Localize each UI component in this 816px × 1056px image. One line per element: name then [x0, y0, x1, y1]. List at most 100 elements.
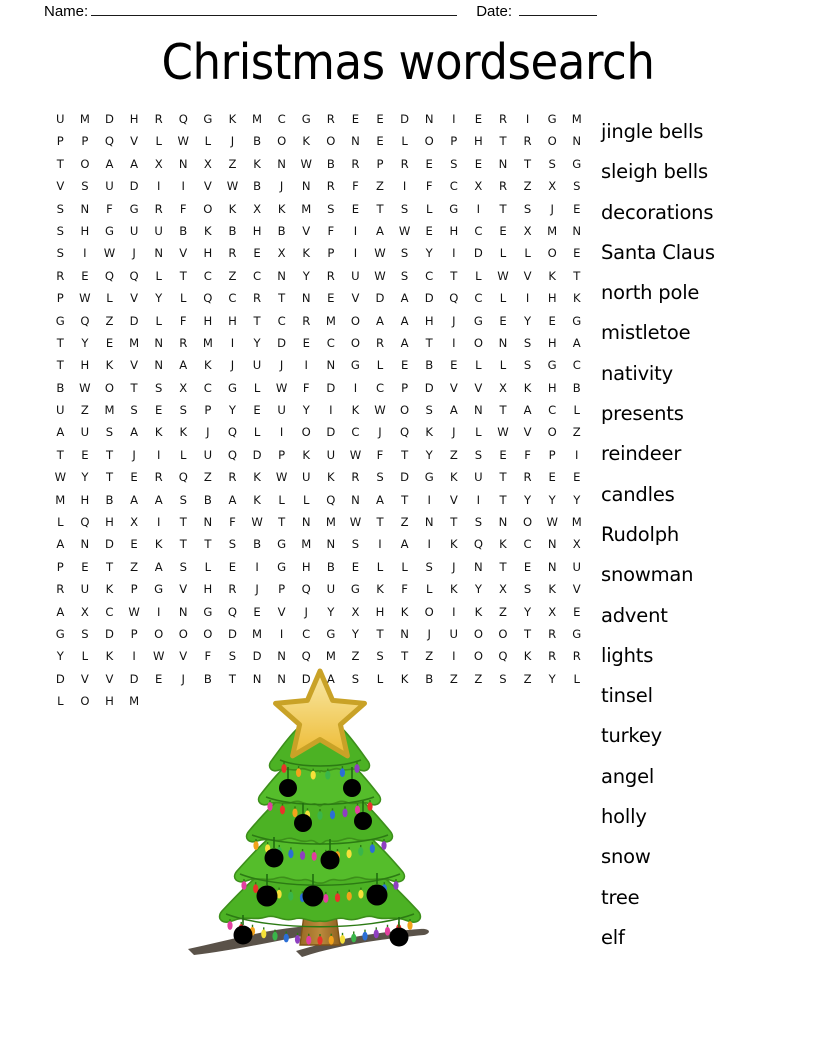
grid-cell-r18-c23[interactable]: S [343, 533, 368, 555]
grid-cell-r4-c7[interactable]: F [343, 175, 368, 197]
grid-cell-r20-c18[interactable]: U [319, 578, 344, 600]
word-list-item[interactable]: snow [601, 837, 816, 877]
grid-cell-r6-c20[interactable]: R [220, 242, 245, 264]
grid-cell-r22-c14[interactable]: G [319, 623, 344, 645]
grid-cell-r7-c4[interactable]: Y [417, 242, 442, 264]
grid-cell-r10-c7[interactable]: E [97, 332, 122, 354]
grid-cell-r23-c1[interactable]: Y [48, 645, 73, 667]
grid-cell-r15-c14[interactable]: F [515, 444, 540, 466]
grid-cell-r9-c13[interactable]: H [196, 310, 221, 332]
grid-cell-r15-c20[interactable]: E [122, 466, 147, 488]
grid-cell-r6-c13[interactable]: S [48, 242, 73, 264]
grid-cell-r2-c10[interactable]: O [319, 130, 344, 152]
grid-cell-r11-c5[interactable]: K [97, 354, 122, 376]
grid-cell-r23-c20[interactable]: K [515, 645, 540, 667]
grid-cell-r1-c11[interactable]: G [294, 108, 319, 130]
grid-cell-r17-c5[interactable]: T [392, 489, 417, 511]
grid-cell-r2-c3[interactable]: L [146, 130, 171, 152]
grid-cell-r20-c15[interactable]: J [245, 578, 270, 600]
grid-cell-r11-c12[interactable]: J [269, 354, 294, 376]
grid-cell-r18-c1[interactable]: W [343, 511, 368, 533]
grid-cell-r7-c5[interactable]: I [442, 242, 467, 264]
grid-cell-r13-c22[interactable]: U [73, 421, 98, 443]
grid-cell-r6-c18[interactable]: V [171, 242, 196, 264]
word-list-item[interactable]: sleigh bells [601, 152, 816, 192]
grid-cell-r10-c20[interactable]: T [417, 332, 442, 354]
grid-cell-r5-c19[interactable]: U [146, 220, 171, 242]
grid-cell-r8-c12[interactable]: V [122, 287, 147, 309]
grid-cell-r2-c22[interactable]: O [73, 153, 98, 175]
grid-cell-r23-c5[interactable]: W [146, 645, 171, 667]
grid-cell-r22-c2[interactable]: E [564, 601, 589, 623]
grid-cell-r21-c19[interactable]: K [392, 601, 417, 623]
grid-cell-r5-c8[interactable]: L [417, 198, 442, 220]
grid-cell-r20-c22[interactable]: L [417, 578, 442, 600]
grid-cell-r10-c21[interactable]: I [442, 332, 467, 354]
grid-cell-r22-c8[interactable]: O [171, 623, 196, 645]
grid-cell-r2-c9[interactable]: K [294, 130, 319, 152]
grid-cell-r16-c1[interactable]: K [245, 466, 270, 488]
grid-cell-r12-c10[interactable]: W [269, 377, 294, 399]
grid-cell-r2-c14[interactable]: O [417, 130, 442, 152]
grid-cell-r4-c22[interactable]: F [171, 198, 196, 220]
grid-cell-r4-c21[interactable]: R [146, 198, 171, 220]
grid-cell-r11-c11[interactable]: U [245, 354, 270, 376]
grid-cell-r20-c1[interactable]: J [442, 556, 467, 578]
grid-cell-r6-c7[interactable]: H [442, 220, 467, 242]
grid-cell-r18-c9[interactable]: W [540, 511, 565, 533]
grid-cell-r11-c15[interactable]: G [343, 354, 368, 376]
grid-cell-r9-c18[interactable]: M [319, 310, 344, 332]
grid-cell-r18-c24[interactable]: I [368, 533, 393, 555]
grid-cell-r7-c1[interactable]: I [343, 242, 368, 264]
grid-cell-r12-c6[interactable]: X [171, 377, 196, 399]
grid-cell-r10-c22[interactable]: O [466, 332, 491, 354]
grid-cell-r14-c16[interactable]: V [515, 421, 540, 443]
grid-cell-r10-c3[interactable]: E [540, 310, 565, 332]
grid-cell-r6-c24[interactable]: P [319, 242, 344, 264]
grid-cell-r9-c23[interactable]: J [442, 310, 467, 332]
grid-cell-r12-c8[interactable]: G [220, 377, 245, 399]
grid-cell-r17-c2[interactable]: Q [319, 489, 344, 511]
grid-cell-r20-c5[interactable]: N [540, 556, 565, 578]
grid-cell-r4-c8[interactable]: Z [368, 175, 393, 197]
grid-cell-r17-c22[interactable]: T [269, 511, 294, 533]
grid-cell-r7-c17[interactable]: C [196, 265, 221, 287]
grid-cell-r22-c24[interactable]: G [564, 623, 589, 645]
grid-cell-r22-c11[interactable]: M [245, 623, 270, 645]
grid-cell-r9-c9[interactable]: Z [97, 310, 122, 332]
grid-cell-r14-c17[interactable]: O [540, 421, 565, 443]
grid-cell-r3-c13[interactable]: S [442, 153, 467, 175]
word-list-item[interactable]: north pole [601, 273, 816, 313]
grid-cell-r16-c5[interactable]: R [343, 466, 368, 488]
grid-cell-r17-c20[interactable]: F [220, 511, 245, 533]
grid-cell-r6-c11[interactable]: M [540, 220, 565, 242]
grid-cell-r9-c12[interactable]: F [171, 310, 196, 332]
grid-cell-r13-c20[interactable]: L [564, 399, 589, 421]
grid-cell-r2-c24[interactable]: A [122, 153, 147, 175]
grid-cell-r23-c2[interactable]: L [73, 645, 98, 667]
word-list-item[interactable]: mistletoe [601, 313, 816, 353]
grid-cell-r6-c19[interactable]: H [196, 242, 221, 264]
grid-cell-r18-c12[interactable]: N [73, 533, 98, 555]
grid-cell-r3-c15[interactable]: N [491, 153, 516, 175]
grid-cell-r1-c2[interactable]: M [73, 108, 98, 130]
grid-cell-r19-c4[interactable]: Q [466, 533, 491, 555]
grid-cell-r23-c23[interactable]: D [48, 668, 73, 690]
grid-cell-r10-c8[interactable]: M [122, 332, 147, 354]
grid-cell-r4-c16[interactable]: S [564, 175, 589, 197]
grid-cell-r2-c11[interactable]: N [343, 130, 368, 152]
grid-cell-r14-c5[interactable]: L [245, 421, 270, 443]
grid-cell-r8-c5[interactable]: W [491, 265, 516, 287]
grid-cell-r5-c6[interactable]: T [368, 198, 393, 220]
grid-cell-r5-c5[interactable]: E [343, 198, 368, 220]
grid-cell-r16-c10[interactable]: U [466, 466, 491, 488]
grid-cell-r13-c12[interactable]: W [368, 399, 393, 421]
grid-cell-r15-c10[interactable]: Y [417, 444, 442, 466]
grid-cell-r12-c2[interactable]: W [73, 377, 98, 399]
grid-cell-r8-c1[interactable]: S [392, 265, 417, 287]
grid-cell-r16-c8[interactable]: G [417, 466, 442, 488]
grid-cell-r18-c22[interactable]: N [319, 533, 344, 555]
grid-cell-r21-c6[interactable]: X [73, 601, 98, 623]
grid-cell-r3-c11[interactable]: R [392, 153, 417, 175]
grid-cell-r15-c23[interactable]: Z [196, 466, 221, 488]
